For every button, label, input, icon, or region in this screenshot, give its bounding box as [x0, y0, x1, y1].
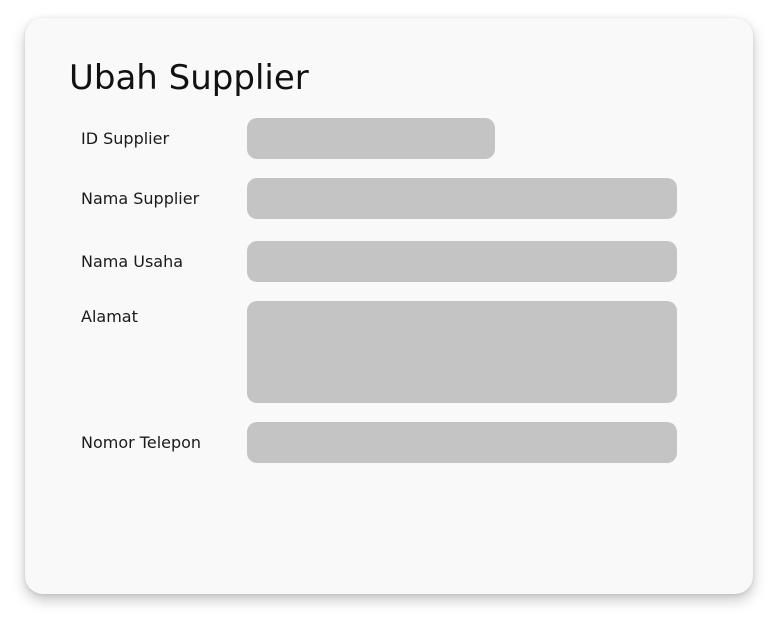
nomor-telepon-label: Nomor Telepon — [81, 433, 202, 452]
nama-usaha-input[interactable] — [247, 241, 677, 282]
id-supplier-label: ID Supplier — [81, 129, 170, 148]
nama-supplier-input[interactable] — [247, 178, 677, 219]
alamat-label: Alamat — [81, 307, 138, 326]
page-title: Ubah Supplier — [69, 58, 309, 98]
edit-supplier-card: Ubah Supplier ID Supplier Nama Supplier … — [25, 18, 753, 594]
id-supplier-input[interactable] — [247, 118, 495, 159]
alamat-textarea[interactable] — [247, 301, 677, 403]
nomor-telepon-input[interactable] — [247, 422, 677, 463]
nama-supplier-label: Nama Supplier — [81, 189, 200, 208]
nama-usaha-label: Nama Usaha — [81, 252, 184, 271]
